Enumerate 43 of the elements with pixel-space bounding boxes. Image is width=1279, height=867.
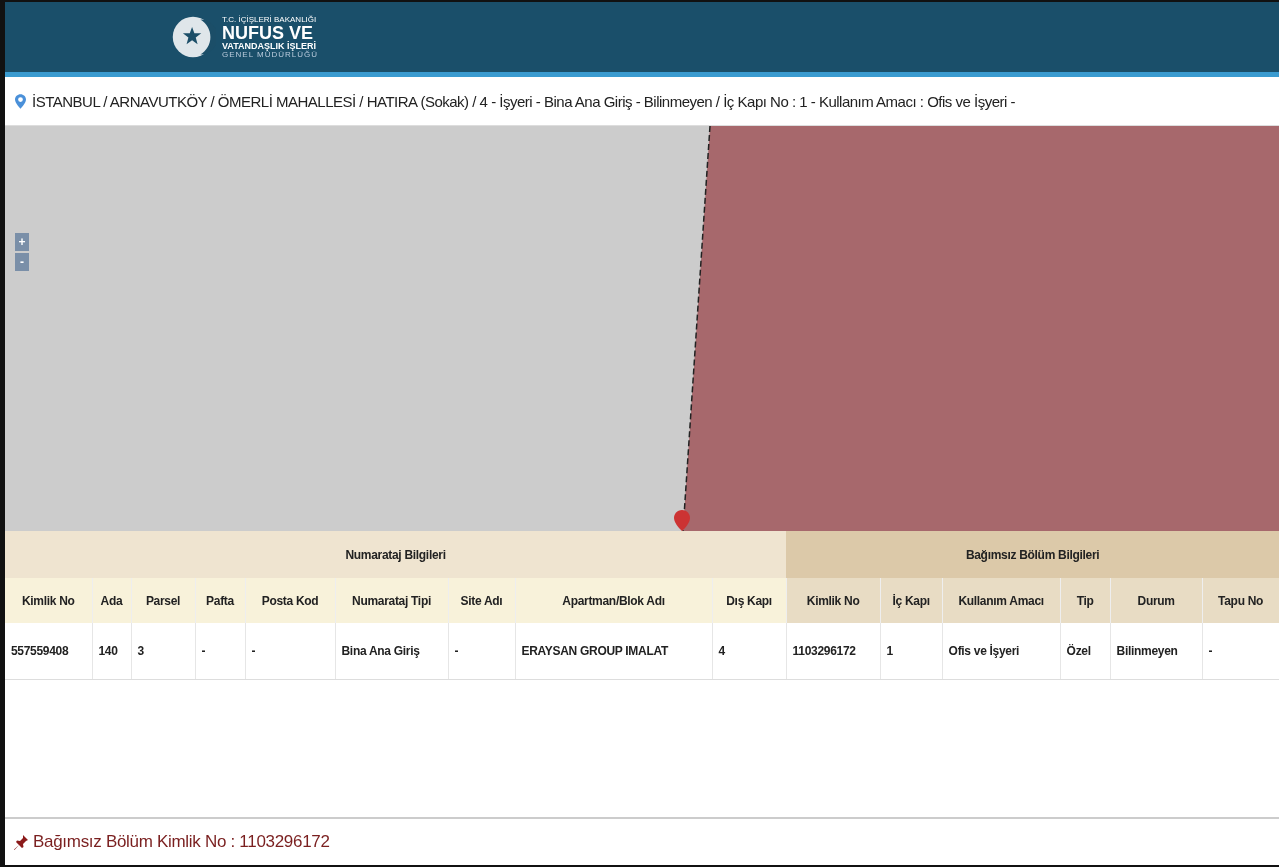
zoom-out-button[interactable]: -: [15, 253, 29, 271]
zoom-in-button[interactable]: +: [15, 233, 29, 251]
column-header: Numarataj Tipi: [335, 578, 448, 623]
group-header: Numarataj Bilgileri: [5, 531, 787, 578]
column-header: Apartman/Blok Adı: [515, 578, 712, 623]
table-cell: Bina Ana Giriş: [335, 623, 448, 680]
table-cell: 140: [92, 623, 131, 680]
table-cell: 1103296172: [786, 623, 881, 680]
table-cell: 3: [131, 623, 195, 680]
table-cell: 4: [712, 623, 787, 680]
logo-ministry-text: T.C. İÇİŞLERİ BAKANLIĞI: [222, 15, 318, 24]
column-header: Pafta: [195, 578, 245, 623]
footer-text: Bağımsız Bölüm Kimlik No : 1103296172: [33, 832, 330, 852]
table-cell: Özel: [1060, 623, 1111, 680]
column-header: Kimlik No: [5, 578, 92, 623]
table-cell: ERAYSAN GROUP IMALAT: [515, 623, 712, 680]
table-cell: Ofis ve İşyeri: [942, 623, 1061, 680]
pushpin-icon: [13, 834, 29, 850]
table-cell: 557559408: [5, 623, 92, 680]
table-cell: -: [448, 623, 515, 680]
table-cell: 1: [880, 623, 943, 680]
table-cell: -: [1202, 623, 1279, 680]
column-header: Kullanım Amacı: [942, 578, 1061, 623]
table-cell: -: [245, 623, 335, 680]
logo-title: NUFUS VE: [222, 23, 313, 42]
column-header: Ada: [92, 578, 131, 623]
table-cell: -: [195, 623, 245, 680]
column-header: Tip: [1060, 578, 1111, 623]
column-header: Durum: [1110, 578, 1203, 623]
column-header: Tapu No: [1202, 578, 1279, 623]
column-header: Posta Kod: [245, 578, 335, 623]
logo-directorate-text: GENEL MÜDÜRLÜĞÜ: [222, 50, 319, 59]
logo-subtitle: VATANDAŞLIK İŞLERİ: [222, 41, 316, 51]
column-header: Kimlik No: [786, 578, 881, 623]
column-header: İç Kapı: [880, 578, 943, 623]
column-header: Parsel: [131, 578, 195, 623]
logo-emblem-icon: [170, 14, 216, 60]
group-header: Bağımsız Bölüm Bilgileri: [786, 531, 1279, 578]
location-pin-icon: [15, 93, 26, 109]
address-text: İSTANBUL / ARNAVUTKÖY / ÖMERLİ MAHALLESİ / HATIRA (Sokak) / 4 - İşyeri - Bina Ana Giriş - Bilinmeyen / İç Kapı No : 1 - Kullanım Amacı : Ofis ve İşyeri -: [32, 92, 1015, 110]
table-cell: Bilinmeyen: [1110, 623, 1203, 680]
column-header: Dış Kapı: [712, 578, 787, 623]
column-header: Site Adı: [448, 578, 515, 623]
